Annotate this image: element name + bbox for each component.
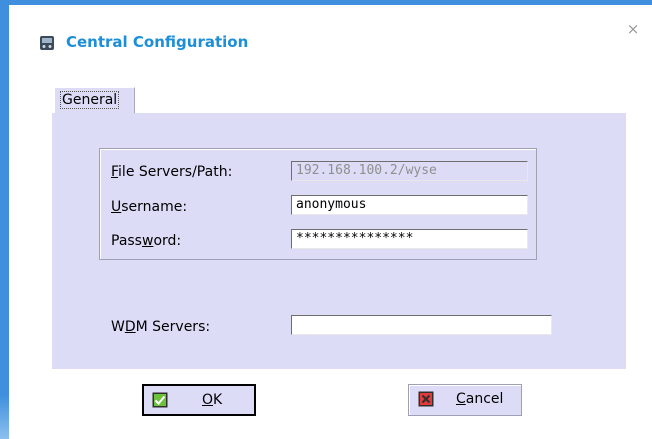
- wdm-servers-label: WDM Servers:: [111, 319, 211, 335]
- username-field[interactable]: anonymous: [291, 195, 528, 215]
- window-edge-left: [0, 0, 9, 439]
- dialog-title: Central Configuration: [66, 33, 249, 51]
- tab-general[interactable]: General: [54, 87, 135, 113]
- cancel-button[interactable]: Cancel: [408, 384, 522, 416]
- tab-general-label: General: [59, 91, 120, 109]
- ok-button[interactable]: OK: [142, 384, 256, 416]
- x-icon: [418, 391, 434, 407]
- network-drive-icon: [40, 36, 54, 50]
- cancel-button-label: Cancel: [456, 391, 504, 407]
- check-icon: [152, 392, 168, 408]
- file-servers-field: 192.168.100.2/wyse: [291, 161, 528, 181]
- password-field[interactable]: ***************: [291, 229, 528, 249]
- file-servers-label: File Servers/Path:: [111, 164, 233, 180]
- wdm-servers-field[interactable]: [291, 315, 552, 335]
- username-label: Username:: [111, 199, 188, 215]
- password-label: Password:: [111, 233, 182, 249]
- dialog-pointer-notch: [9, 144, 18, 164]
- close-icon[interactable]: ×: [626, 22, 640, 37]
- ok-button-label: OK: [202, 392, 223, 408]
- window-edge-fade: [0, 395, 9, 439]
